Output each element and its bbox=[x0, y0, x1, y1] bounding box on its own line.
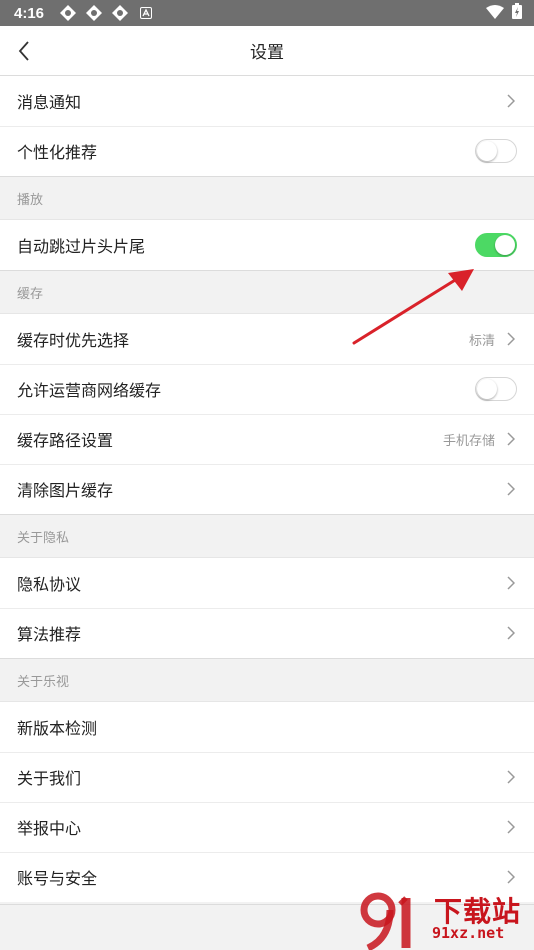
settings-item-about-us[interactable]: 关于我们 bbox=[0, 752, 534, 802]
settings-item-label: 算法推荐 bbox=[17, 625, 82, 644]
section-header-playback: 播放 bbox=[0, 176, 534, 220]
status-bar: 4:16 bbox=[0, 0, 534, 26]
settings-item-report-center[interactable]: 举报中心 bbox=[0, 802, 534, 852]
settings-group-privacy: 隐私协议 算法推荐 bbox=[0, 558, 534, 658]
chevron-right-icon bbox=[507, 870, 517, 884]
settings-item-label: 新版本检测 bbox=[17, 719, 98, 738]
personalized-recommendation-toggle[interactable] bbox=[475, 139, 517, 163]
settings-item-label: 清除图片缓存 bbox=[17, 481, 114, 500]
chevron-right-icon bbox=[507, 770, 517, 784]
settings-item-cache-quality[interactable]: 缓存时优先选择 标清 bbox=[0, 314, 534, 364]
chevron-right-icon bbox=[507, 482, 517, 496]
watermark-logo-icon bbox=[360, 892, 411, 950]
chevron-right-icon bbox=[507, 432, 517, 446]
settings-item-label: 缓存路径设置 bbox=[17, 431, 114, 450]
skip-intro-outro-toggle[interactable] bbox=[475, 233, 517, 257]
settings-group-general: 消息通知 个性化推荐 bbox=[0, 76, 534, 176]
section-header-cache: 缓存 bbox=[0, 270, 534, 314]
settings-item-value: 标清 bbox=[468, 333, 495, 349]
section-header-privacy: 关于隐私 bbox=[0, 514, 534, 558]
settings-item-value: 手机存储 bbox=[442, 433, 495, 449]
settings-item-personalized-recommendation: 个性化推荐 bbox=[0, 126, 534, 176]
page-title: 设置 bbox=[250, 43, 284, 63]
chevron-right-icon bbox=[507, 576, 517, 590]
settings-group-cache: 缓存时优先选择 标清 允许运营商网络缓存 缓存路径设置 手机存储 清除图片缓存 bbox=[0, 314, 534, 514]
settings-item-cache-path[interactable]: 缓存路径设置 手机存储 bbox=[0, 414, 534, 464]
chevron-right-icon bbox=[507, 820, 517, 834]
wifi-icon bbox=[486, 4, 504, 23]
settings-group-about: 新版本检测 关于我们 举报中心 账号与安全 bbox=[0, 702, 534, 902]
settings-item-label: 举报中心 bbox=[17, 819, 82, 838]
notification-icon bbox=[112, 5, 128, 21]
watermark-url: 91xz.net bbox=[432, 924, 505, 942]
watermark: 下载站 91xz.net bbox=[360, 888, 530, 950]
app-bar: 设置 bbox=[0, 26, 534, 76]
settings-item-label: 关于我们 bbox=[17, 769, 82, 788]
settings-item-notifications[interactable]: 消息通知 bbox=[0, 76, 534, 126]
settings-group-playback: 自动跳过片头片尾 bbox=[0, 220, 534, 270]
settings-item-check-update[interactable]: 新版本检测 bbox=[0, 702, 534, 752]
settings-item-label: 账号与安全 bbox=[17, 869, 98, 888]
settings-item-skip-intro-outro: 自动跳过片头片尾 bbox=[0, 220, 534, 270]
settings-item-algorithm-recommendation[interactable]: 算法推荐 bbox=[0, 608, 534, 658]
status-time: 4:16 bbox=[14, 4, 45, 22]
keyboard-notification-icon bbox=[138, 5, 154, 21]
settings-item-label: 隐私协议 bbox=[17, 575, 82, 594]
chevron-right-icon bbox=[507, 332, 517, 346]
settings-item-privacy-policy[interactable]: 隐私协议 bbox=[0, 558, 534, 608]
battery-icon bbox=[512, 3, 522, 23]
chevron-right-icon bbox=[507, 94, 517, 108]
chevron-right-icon bbox=[507, 626, 517, 640]
chevron-left-icon bbox=[18, 41, 29, 61]
notification-icon bbox=[60, 5, 76, 21]
back-button[interactable] bbox=[12, 38, 36, 64]
settings-item-label: 允许运营商网络缓存 bbox=[17, 381, 162, 400]
notification-icon bbox=[86, 5, 102, 21]
section-header-about: 关于乐视 bbox=[0, 658, 534, 702]
settings-item-label: 缓存时优先选择 bbox=[17, 331, 130, 350]
settings-item-label: 消息通知 bbox=[17, 93, 82, 112]
settings-item-carrier-network-cache: 允许运营商网络缓存 bbox=[0, 364, 534, 414]
carrier-network-cache-toggle[interactable] bbox=[475, 377, 517, 401]
settings-item-label: 自动跳过片头片尾 bbox=[17, 237, 146, 256]
settings-item-clear-image-cache[interactable]: 清除图片缓存 bbox=[0, 464, 534, 514]
settings-item-label: 个性化推荐 bbox=[17, 143, 98, 162]
